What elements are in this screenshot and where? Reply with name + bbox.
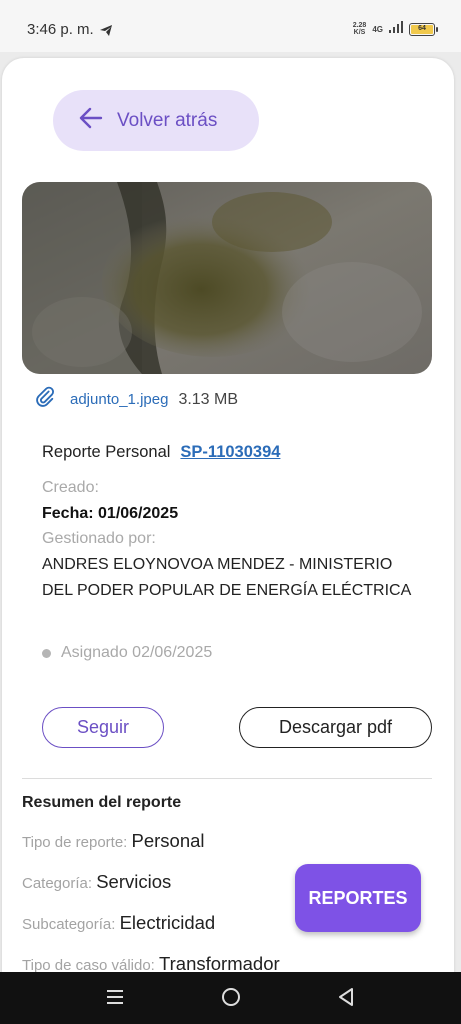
back-triangle-icon[interactable] [336, 986, 356, 1013]
status-bar: 3:46 p. m. 2.28 K/S 4G 64 [0, 0, 461, 52]
report-header: Reporte Personal SP-11030394 [42, 443, 280, 462]
summary-title: Resumen del reporte [22, 794, 182, 811]
battery-level: 64 [411, 24, 433, 34]
summary-value: Electricidad [119, 912, 216, 933]
managed-by: ANDRES ELOYNOVOA MENDEZ - MINISTERIO DEL… [42, 556, 412, 599]
assigned-text: Asignado 02/06/2025 [61, 644, 213, 661]
send-icon [100, 23, 112, 41]
summary-value: Transformador [159, 953, 280, 974]
system-nav-bar [0, 972, 461, 1024]
summary-row: Categoría: Servicios [22, 871, 171, 893]
summary-value: Personal [131, 830, 205, 851]
summary-value: Servicios [96, 871, 172, 892]
assigned-status: Asignado 02/06/2025 [42, 644, 212, 662]
report-photo[interactable] [22, 182, 432, 374]
download-pdf-button[interactable]: Descargar pdf [239, 707, 432, 748]
report-date: Fecha: 01/06/2025 [42, 505, 179, 522]
reports-fab-button[interactable]: REPORTES [295, 864, 421, 932]
divider [22, 778, 432, 779]
summary-key: Categoría: [22, 875, 93, 892]
home-icon[interactable] [220, 986, 242, 1013]
summary-key: Tipo de reporte: [22, 834, 128, 851]
paperclip-icon [34, 386, 56, 413]
follow-button[interactable]: Seguir [42, 707, 164, 748]
speed-value: 2.28 [352, 22, 367, 29]
report-id-link[interactable]: SP-11030394 [180, 443, 280, 462]
report-type-label: Reporte Personal [42, 443, 171, 461]
status-time: 3:46 p. m. [27, 21, 94, 38]
summary-key: Subcategoría: [22, 916, 116, 933]
report-detail-card: Volver atrás adjunto_1.jpeg 3.13 MB Repo… [2, 58, 454, 978]
status-dot-icon [42, 648, 51, 658]
attachment-link[interactable]: adjunto_1.jpeg [70, 391, 168, 408]
menu-icon[interactable] [105, 986, 125, 1013]
network-type: 4G [372, 24, 383, 34]
status-icons: 2.28 K/S 4G 64 [353, 20, 438, 38]
arrow-left-icon [79, 107, 103, 134]
summary-row: Tipo de reporte: Personal [22, 830, 205, 852]
speed-unit: K/S [353, 29, 366, 36]
created-label: Creado: [42, 479, 99, 496]
attachment-size: 3.13 MB [178, 390, 239, 408]
signal-icon [389, 20, 403, 38]
summary-row: Subcategoría: Electricidad [22, 912, 215, 934]
network-speed: 2.28 K/S [353, 22, 367, 36]
attachment: adjunto_1.jpeg 3.13 MB [34, 386, 238, 413]
managed-label: Gestionado por: [42, 530, 156, 547]
back-button[interactable]: Volver atrás [53, 90, 259, 151]
battery-icon: 64 [409, 22, 438, 36]
back-button-label: Volver atrás [117, 109, 218, 131]
